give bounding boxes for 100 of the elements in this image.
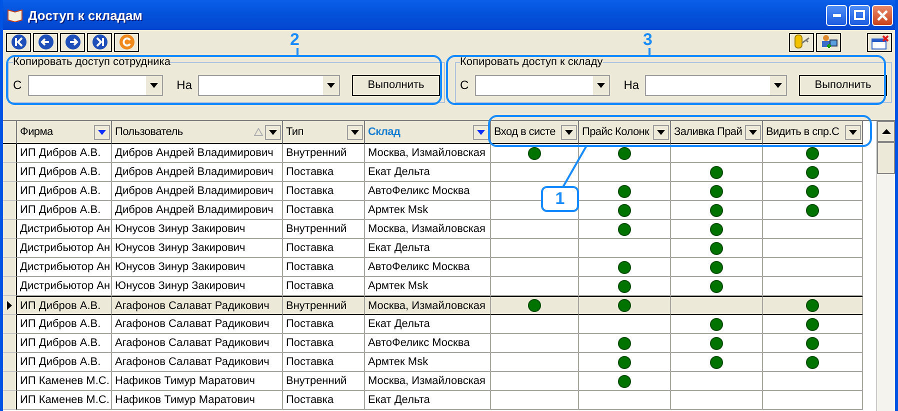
table-cell: Москва, Измайловская — [365, 372, 491, 391]
dropdown-arrow-icon — [150, 82, 158, 88]
row-header[interactable] — [3, 296, 17, 315]
row-header[interactable] — [3, 220, 17, 239]
maximize-button[interactable] — [849, 4, 870, 26]
source-combo[interactable] — [474, 74, 610, 96]
table-cell: Москва, Измайловская — [365, 296, 491, 315]
column-header[interactable]: Прайс Колонк — [579, 121, 671, 144]
dropdown-arrow-icon — [749, 130, 757, 134]
table-cell: Екат Дельта — [365, 239, 491, 258]
filter-button[interactable] — [473, 124, 489, 140]
target-combo[interactable] — [645, 74, 788, 96]
key-icon — [792, 34, 810, 50]
target-combo[interactable] — [198, 74, 340, 96]
callout-number: 3 — [643, 30, 652, 50]
execute-button[interactable]: Выполнить — [352, 74, 440, 96]
minimize-button[interactable] — [826, 4, 847, 26]
execute-button[interactable]: Выполнить — [799, 74, 888, 96]
status-dot — [528, 146, 541, 160]
table-cell: Нафиков Тимур Маратович — [112, 372, 283, 391]
filter-button[interactable] — [653, 124, 669, 140]
leader-line — [562, 145, 588, 187]
key-access-button[interactable] — [789, 32, 814, 52]
source-combo[interactable] — [28, 74, 163, 96]
table-cell: Армтек Msk — [365, 353, 491, 372]
close-window-button[interactable] — [867, 32, 892, 52]
status-dot — [618, 260, 631, 274]
status-dot — [618, 374, 631, 388]
status-dot — [528, 299, 541, 312]
table-cell: Агафонов Салават Радикович — [112, 353, 283, 372]
table-cell: Агафонов Салават Радикович — [112, 315, 283, 334]
status-dot — [806, 336, 819, 350]
navigation-icon — [38, 34, 54, 50]
row-header[interactable] — [3, 201, 17, 220]
table-cell: Поставка — [283, 182, 365, 201]
callout-number: 1 — [541, 186, 579, 212]
table-cell: Дибров Андрей Владимирович — [112, 163, 283, 182]
filter-button[interactable] — [745, 124, 761, 140]
table-cell: ИП Дибров А.В. — [17, 182, 112, 201]
column-header[interactable]: Заливка Прай — [671, 121, 763, 144]
row-header[interactable] — [3, 277, 17, 296]
row-header[interactable] — [3, 144, 17, 163]
table-cell: ИП Каменев М.С. — [17, 391, 112, 410]
status-dot — [618, 299, 631, 312]
scroll-thumb[interactable] — [877, 142, 895, 174]
field-label: С — [13, 78, 22, 92]
table-cell: Поставка — [283, 163, 365, 182]
row-header[interactable] — [3, 182, 17, 201]
status-dot — [806, 146, 819, 160]
scrollbar[interactable] — [876, 121, 895, 411]
column-header[interactable]: Видить в спр.С — [763, 121, 863, 144]
users-button[interactable] — [816, 32, 841, 52]
row-header[interactable] — [3, 372, 17, 391]
navigation-icon — [64, 34, 80, 50]
dropdown-arrow-icon — [657, 130, 665, 134]
row-header[interactable] — [3, 258, 17, 277]
refresh-button[interactable] — [114, 32, 139, 52]
table-cell: Дистрибьютор Ан — [17, 220, 112, 239]
table-cell: ИП Дибров А.В. — [17, 353, 112, 372]
column-header[interactable]: Вход в систе — [491, 121, 579, 144]
dropdown-arrow-icon — [327, 82, 336, 88]
status-dot — [710, 318, 723, 330]
status-dot — [710, 204, 723, 216]
last-record-button[interactable] — [87, 32, 112, 52]
column-header[interactable]: Пользователь — [112, 121, 283, 144]
row-header[interactable] — [3, 163, 17, 182]
current-row-icon — [7, 300, 12, 310]
dropdown-arrow-icon — [351, 130, 359, 134]
first-record-button[interactable] — [6, 32, 31, 52]
group-legend: Копировать доступ сотрудника — [13, 56, 170, 68]
filter-button[interactable] — [561, 124, 577, 140]
table-cell: Юнусов Зинур Закирович — [112, 258, 283, 277]
row-header[interactable] — [3, 315, 17, 334]
dropdown-arrow-icon — [477, 130, 485, 134]
filter-button[interactable] — [347, 124, 363, 140]
filter-button[interactable] — [94, 124, 110, 140]
column-header[interactable]: Тип — [283, 121, 365, 144]
close-button[interactable] — [872, 4, 893, 26]
column-header[interactable]: Фирма — [17, 121, 112, 144]
row-header[interactable] — [3, 334, 17, 353]
row-header[interactable] — [3, 239, 17, 258]
scroll-up-button[interactable] — [877, 121, 895, 142]
status-dot — [618, 204, 631, 216]
row-header[interactable] — [3, 353, 17, 372]
book-icon — [7, 8, 23, 22]
table-cell: Дистрибьютор Ан — [17, 277, 112, 296]
next-button[interactable] — [60, 32, 85, 52]
previous-button[interactable] — [33, 32, 58, 52]
table-cell: Нафиков Тимур Маратович — [112, 391, 283, 410]
minimize-icon — [832, 14, 840, 16]
filter-button[interactable] — [265, 124, 281, 140]
table-cell: ИП Дибров А.В. — [17, 163, 112, 182]
status-dot — [806, 318, 819, 330]
row-header[interactable] — [3, 391, 17, 410]
table-cell: АвтоФеликс Москва — [365, 182, 491, 201]
dropdown-arrow-icon — [565, 130, 573, 134]
status-dot — [806, 166, 819, 178]
filter-button[interactable] — [845, 124, 861, 140]
table-cell: Поставка — [283, 315, 365, 334]
table-cell: ИП Дибров А.В. — [17, 144, 112, 163]
